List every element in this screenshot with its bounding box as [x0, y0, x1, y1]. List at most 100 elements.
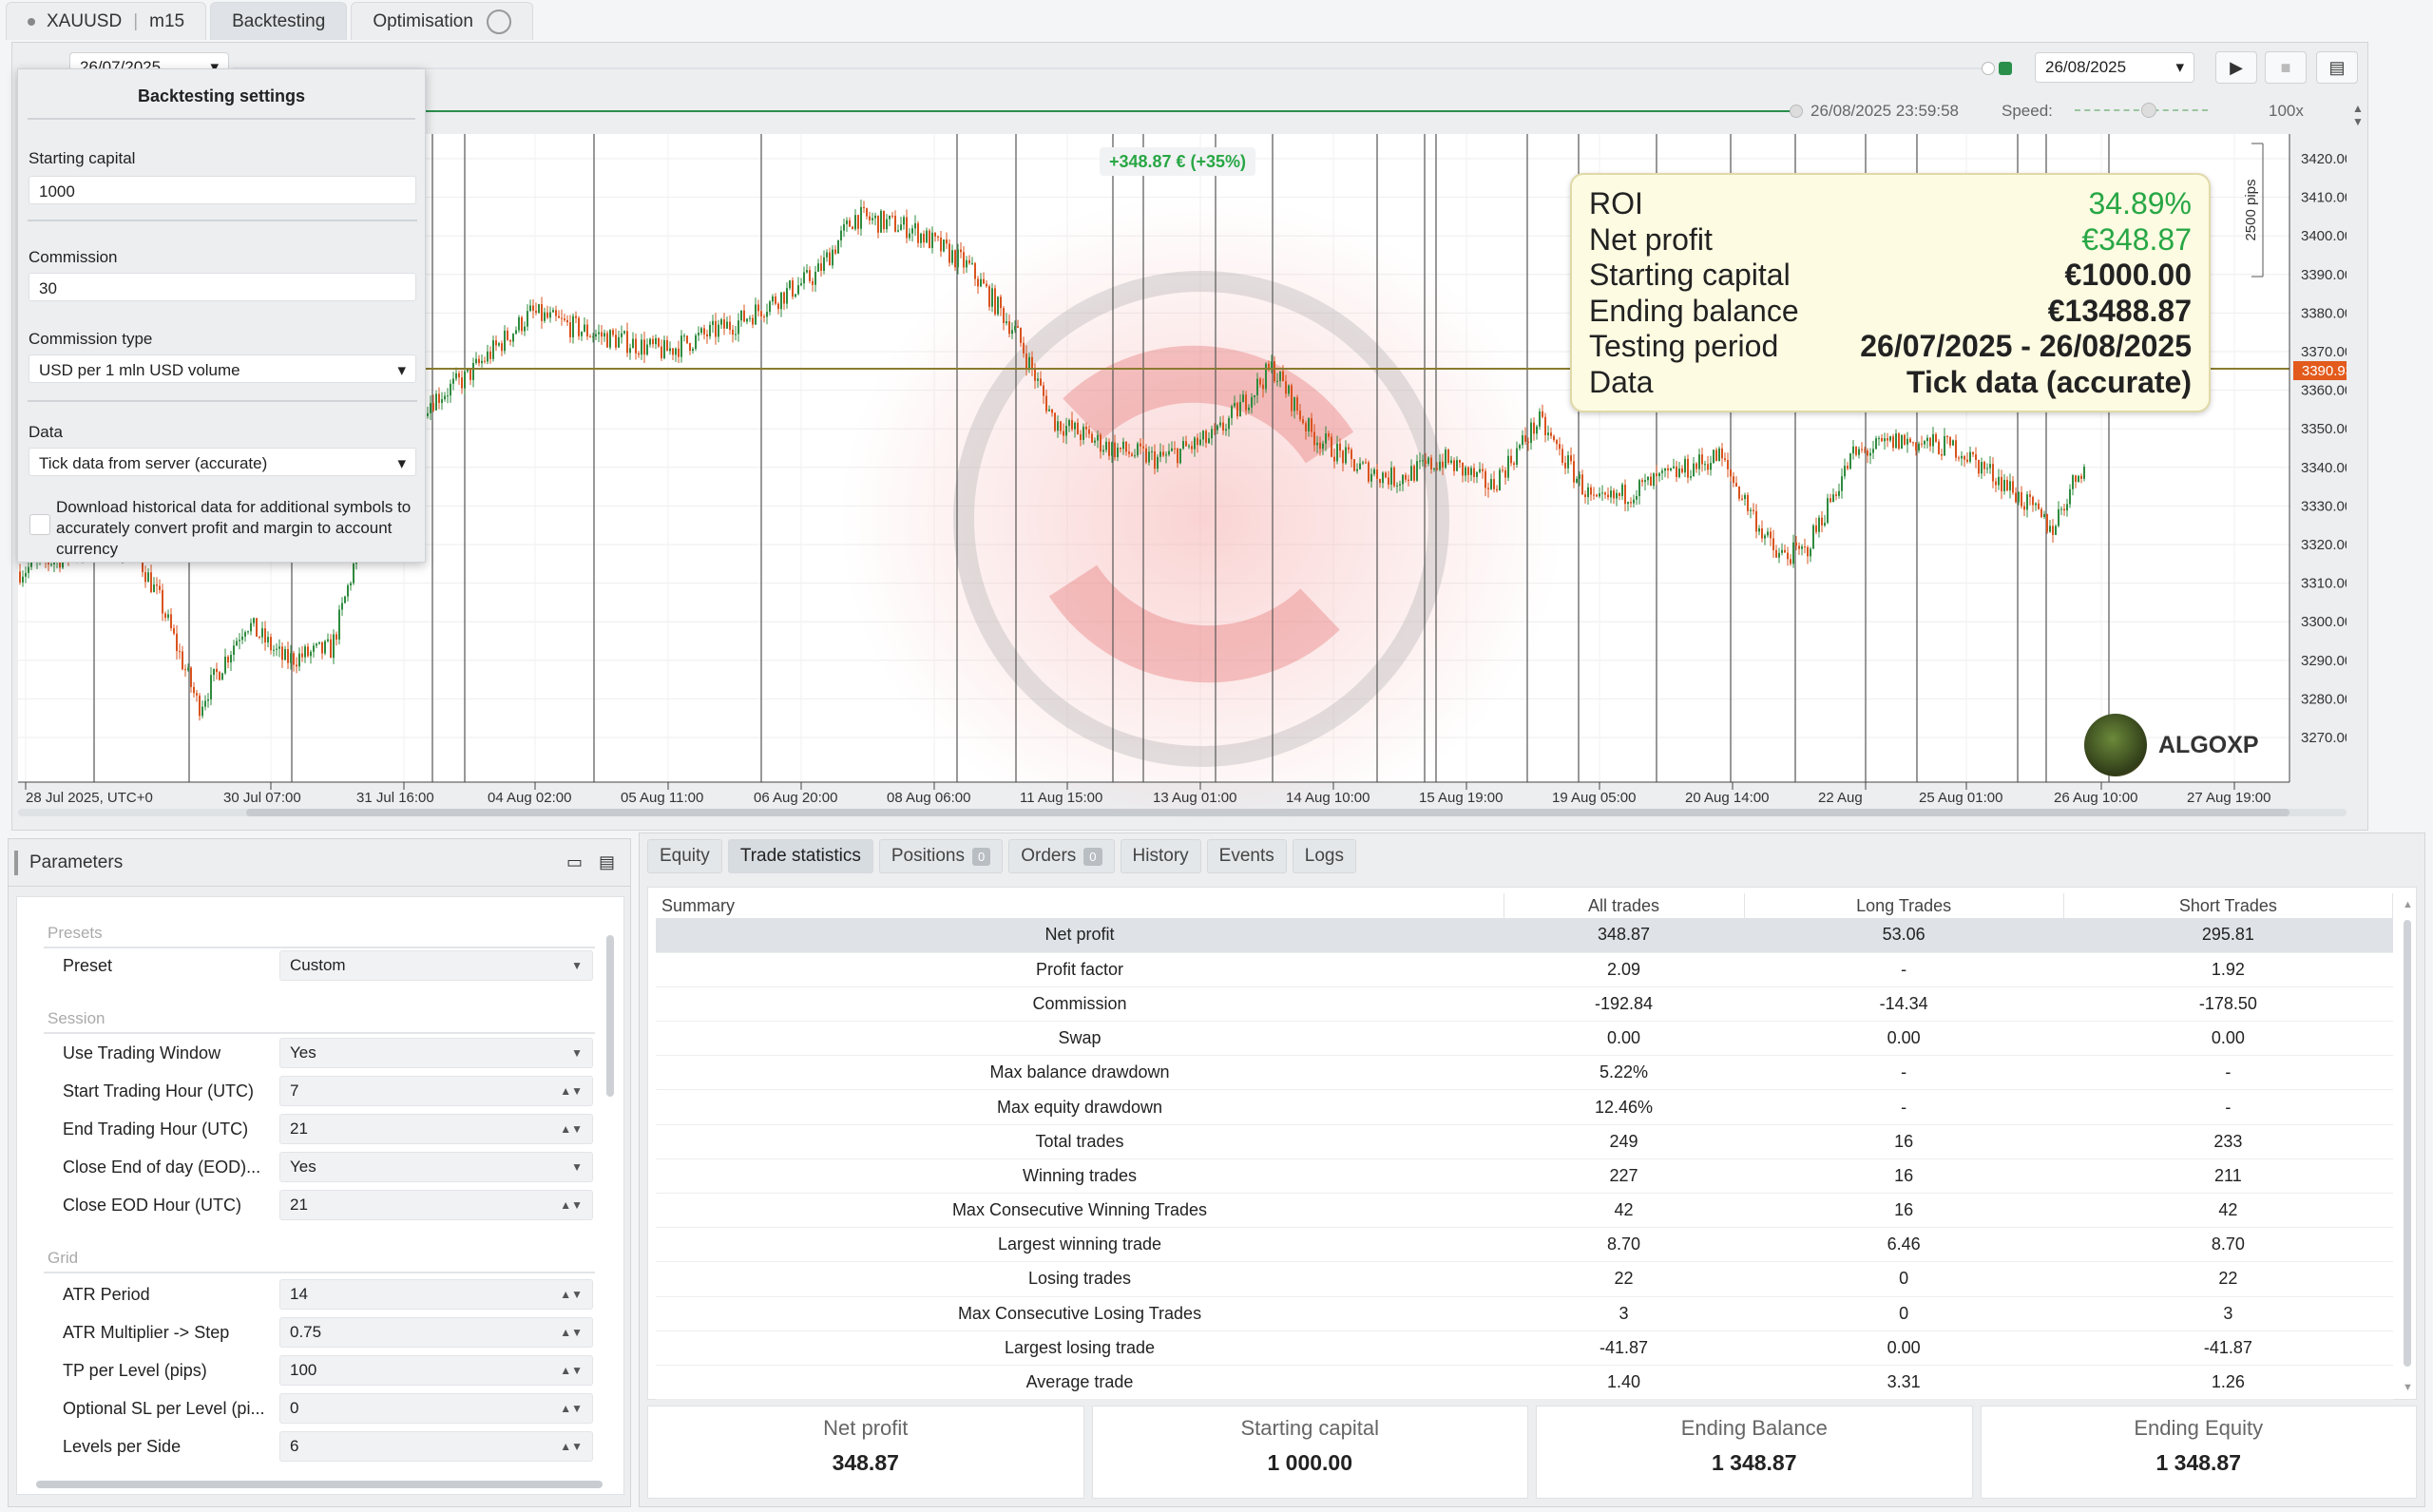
candle-body: [1841, 476, 1843, 491]
candle-body: [1425, 460, 1427, 464]
candle-body: [1798, 545, 1800, 549]
candle-body: [541, 304, 543, 321]
scroll-thumb[interactable]: [606, 935, 614, 1097]
tab-history[interactable]: History: [1120, 839, 1201, 873]
speed-slider-handle[interactable]: [2141, 103, 2156, 118]
candle-body: [1983, 462, 1985, 469]
param-levels-per-side-stepper[interactable]: 6 ▲▼: [279, 1431, 593, 1462]
parameters-hscroll[interactable]: [36, 1481, 603, 1488]
load-preset-icon[interactable]: ▭: [566, 852, 583, 872]
table-row[interactable]: Max Consecutive Winning Trades 42 16 42: [656, 1193, 2393, 1229]
download-history-checkbox[interactable]: [29, 514, 50, 535]
table-row[interactable]: Total trades 249 16 233: [656, 1124, 2393, 1159]
tab-optimisation[interactable]: Optimisation: [351, 2, 533, 40]
candle-body: [1579, 474, 1580, 479]
table-row[interactable]: Winning trades 227 16 211: [656, 1158, 2393, 1195]
param-atr-multiplier-stepper[interactable]: 0.75 ▲▼: [279, 1317, 593, 1348]
candle-body: [706, 334, 708, 337]
candle-body: [1208, 438, 1210, 444]
table-row[interactable]: Swap 0.00 0.00 0.00: [656, 1021, 2393, 1057]
table-row[interactable]: Max Consecutive Losing Trades 3 0 3: [656, 1296, 2393, 1331]
tab-orders[interactable]: Orders 0: [1008, 839, 1115, 873]
tab-equity[interactable]: Equity: [647, 839, 722, 873]
candle-body: [1681, 468, 1683, 473]
table-row[interactable]: Profit factor 2.09-1.92: [656, 952, 2393, 987]
commission-input[interactable]: 30: [29, 273, 416, 301]
col-long-trades[interactable]: Long Trades: [1744, 893, 2064, 918]
candle-body: [1721, 448, 1723, 459]
starting-capital-input[interactable]: 1000: [29, 176, 416, 204]
candle-body: [564, 318, 565, 320]
price-tick-label: 3360.00: [2301, 383, 2347, 399]
candle-body: [1599, 493, 1600, 497]
speed-stepper-icon[interactable]: ▲ ▼: [2352, 102, 2364, 128]
save-report-button[interactable]: ▤: [2316, 51, 2358, 84]
data-source-select[interactable]: Tick data from server (accurate) ▾: [29, 448, 416, 476]
stats-vscroll[interactable]: ▲ ▼: [2403, 899, 2413, 1393]
candle-body: [1961, 455, 1963, 459]
progress-handle[interactable]: [1790, 105, 1803, 118]
stat-value-cell: -14.34: [1744, 986, 2064, 1023]
save-preset-icon[interactable]: ▤: [599, 852, 615, 872]
tab-positions[interactable]: Positions 0: [878, 839, 1004, 873]
tab-trade-statistics[interactable]: Trade statistics: [727, 839, 873, 873]
param-tp-per-level-stepper[interactable]: 100 ▲▼: [279, 1355, 593, 1386]
candle-body: [461, 377, 463, 389]
stop-button[interactable]: ■: [2265, 51, 2307, 84]
range-toggle[interactable]: [1982, 58, 2021, 75]
candle-body: [1604, 492, 1606, 495]
timeline-track[interactable]: [233, 67, 1991, 69]
tab-backtesting[interactable]: Backtesting: [210, 2, 348, 40]
param-trading-window-select[interactable]: Yes ▼: [279, 1038, 593, 1068]
time-tick-label: 06 Aug 20:00: [754, 790, 837, 806]
candle-body: [1402, 474, 1404, 485]
table-row[interactable]: Losing trades 22 0 22: [656, 1261, 2393, 1297]
candle-body: [874, 215, 876, 219]
col-short-trades[interactable]: Short Trades: [2063, 893, 2394, 918]
candle-body: [1362, 462, 1364, 464]
parameters-vscroll[interactable]: [606, 916, 616, 1477]
param-sl-per-level-stepper[interactable]: 0 ▲▼: [279, 1393, 593, 1424]
table-row[interactable]: Largest winning trade 8.70 6.46 8.70: [656, 1227, 2393, 1263]
candle-body: [1151, 450, 1153, 452]
param-preset-select[interactable]: Custom ▼: [279, 950, 593, 981]
candle-body: [1867, 450, 1868, 456]
col-all-trades[interactable]: All trades: [1504, 893, 1745, 918]
time-tick-label: 11 Aug 15:00: [1020, 790, 1102, 806]
candle-body: [1673, 466, 1675, 469]
roi-value: 26/07/2025 - 26/08/2025: [1860, 329, 2192, 364]
param-start-hour-stepper[interactable]: 7 ▲▼: [279, 1076, 593, 1106]
tab-events[interactable]: Events: [1206, 839, 1287, 873]
param-atr-period-stepper[interactable]: 14 ▲▼: [279, 1279, 593, 1310]
param-eod-hour-stepper[interactable]: 21 ▲▼: [279, 1190, 593, 1220]
candle-body: [1638, 480, 1640, 496]
candle-body: [535, 311, 537, 314]
tab-logs[interactable]: Logs: [1292, 839, 1356, 873]
candle-body: [1701, 454, 1703, 465]
table-row[interactable]: Largest losing trade -41.87 0.00 -41.87: [656, 1330, 2393, 1366]
candle-body: [894, 215, 896, 232]
candle-body: [290, 653, 292, 663]
commission-type-select[interactable]: USD per 1 mln USD volume ▾: [29, 354, 416, 383]
table-row[interactable]: Net profit 348.87 53.06 295.81: [656, 918, 2393, 953]
stepper-icon: ▲▼: [560, 1084, 583, 1098]
end-date-select[interactable]: 26/08/2025 ▾: [2035, 52, 2194, 83]
table-row[interactable]: Commission -192.84 -14.34 -178.50: [656, 986, 2393, 1023]
param-end-hour-stepper[interactable]: 21 ▲▼: [279, 1114, 593, 1144]
tab-symbol[interactable]: XAUUSD | m15: [6, 2, 207, 40]
candle-body: [1205, 431, 1207, 444]
play-button[interactable]: ▶: [2215, 51, 2257, 84]
candle-body: [1182, 441, 1184, 450]
drag-handle[interactable]: [14, 851, 18, 875]
candle-body: [1219, 422, 1221, 426]
param-close-eod-select[interactable]: Yes ▼: [279, 1152, 593, 1182]
table-row[interactable]: Average trade 1.40 3.31 1.26: [656, 1365, 2393, 1401]
candle-body: [1587, 487, 1589, 497]
summary-card-starting-capital: Starting capital 1 000.00: [1091, 1406, 1528, 1499]
candle-body: [338, 609, 340, 640]
table-row[interactable]: Max equity drawdown 12.46% - -: [656, 1089, 2393, 1125]
commission-value: 30: [39, 279, 57, 297]
col-summary[interactable]: Summary: [656, 893, 1504, 918]
stat-value-cell: 233: [2063, 1124, 2393, 1159]
table-row[interactable]: Max balance drawdown 5.22% - -: [656, 1055, 2393, 1091]
